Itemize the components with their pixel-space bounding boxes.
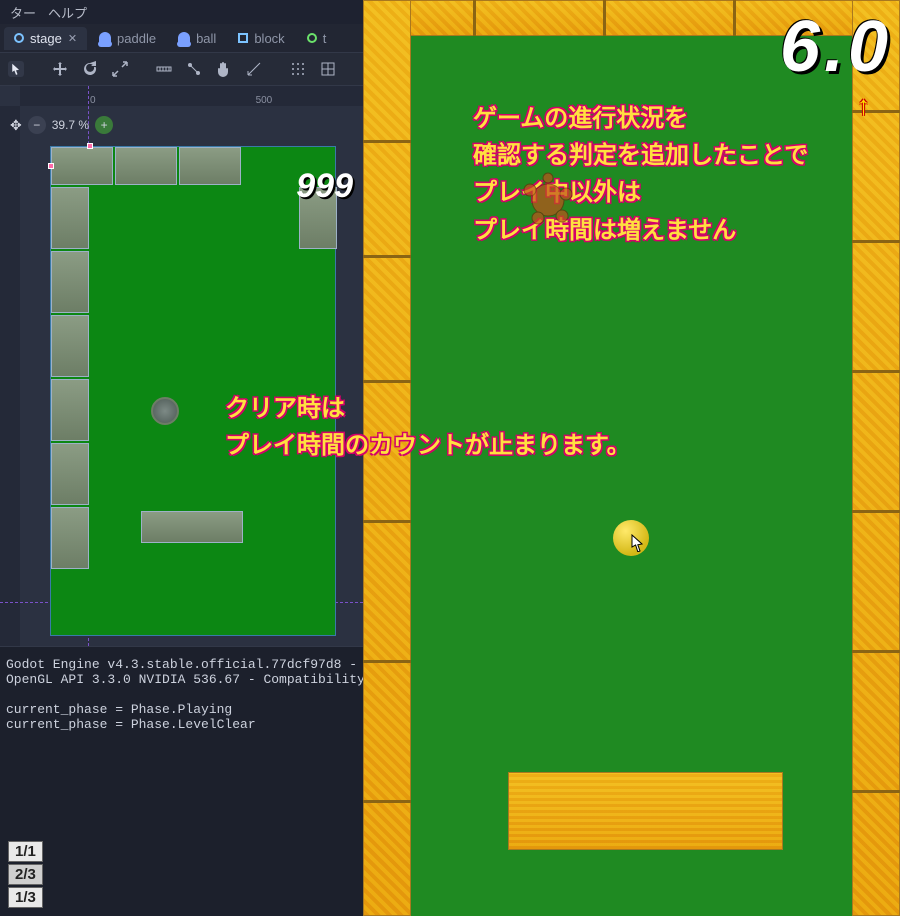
tab-label: stage — [30, 31, 62, 46]
measure-tool-icon[interactable] — [246, 61, 262, 77]
block-sprite[interactable] — [51, 379, 89, 441]
log-line: current_phase = Phase.LevelClear — [6, 717, 256, 732]
tab-paddle[interactable]: paddle — [89, 27, 166, 50]
arrow-up-icon: ↑ — [857, 90, 870, 121]
scale-tool-icon[interactable] — [112, 61, 128, 77]
page-badge: 2/3 — [8, 864, 43, 885]
annotation-mid: クリア時は プレイ時間のカウントが止まります。 — [225, 390, 631, 464]
zoom-in-button[interactable]: + — [95, 116, 113, 134]
selection-handle[interactable] — [87, 143, 93, 149]
node-icon — [307, 33, 317, 43]
menu-bar: ター ヘルプ — [0, 0, 363, 24]
score-overlay: 999 — [296, 167, 353, 206]
staticbody-icon — [238, 33, 248, 43]
tab-label: t — [323, 31, 327, 46]
page-badge: 1/1 — [8, 841, 43, 862]
grid-snap-icon[interactable] — [320, 61, 336, 77]
select-tool-icon[interactable] — [8, 61, 24, 77]
tab-label: paddle — [117, 31, 156, 46]
zoom-controls: ✥ − 39.7 % + — [10, 116, 113, 134]
output-log[interactable]: Godot Engine v4.3.stable.official.77dcf9… — [0, 646, 363, 916]
page-badges: 1/1 2/3 1/3 — [8, 841, 43, 908]
move-tool-icon[interactable] — [52, 61, 68, 77]
log-line: OpenGL API 3.3.0 NVIDIA 536.67 - Compati… — [6, 672, 363, 687]
zoom-out-button[interactable]: − — [28, 116, 46, 134]
mouse-cursor-icon — [631, 534, 645, 552]
selection-handle[interactable] — [48, 163, 54, 169]
ruler-vertical — [0, 106, 20, 646]
characterbody-icon — [178, 32, 190, 44]
page-badge: 1/3 — [8, 887, 43, 908]
snap-tool-icon[interactable] — [186, 61, 202, 77]
block-sprite[interactable] — [51, 147, 113, 185]
log-line: Godot Engine v4.3.stable.official.77dcf9… — [6, 657, 363, 672]
characterbody-icon — [99, 32, 111, 44]
tab-stage[interactable]: stage ✕ — [4, 27, 87, 50]
ruler-mark: 0 — [90, 95, 96, 106]
node2d-icon — [14, 33, 24, 43]
ball-sprite[interactable] — [151, 397, 179, 425]
tab-label: ball — [196, 31, 216, 46]
close-icon[interactable]: ✕ — [68, 32, 77, 45]
zoom-percent[interactable]: 39.7 % — [52, 118, 89, 132]
scene-tabs: stage ✕ paddle ball block t — [0, 24, 363, 52]
block-sprite[interactable] — [179, 147, 241, 185]
rotate-tool-icon[interactable] — [82, 61, 98, 77]
tab-label: block — [254, 31, 284, 46]
block-sprite[interactable] — [51, 507, 89, 569]
move-origin-icon[interactable]: ✥ — [10, 117, 22, 134]
menu-item-help[interactable]: ヘルプ — [48, 3, 87, 22]
play-timer: 6.0 — [780, 6, 892, 88]
ruler-tool-icon[interactable] — [156, 61, 172, 77]
paddle-sprite[interactable] — [141, 511, 243, 543]
log-line: current_phase = Phase.Playing — [6, 702, 232, 717]
paddle[interactable] — [508, 772, 783, 850]
ruler-mark: 500 — [256, 95, 273, 106]
wall-right — [852, 0, 900, 916]
splat-sprite — [518, 170, 578, 230]
block-sprite[interactable] — [51, 315, 89, 377]
pan-tool-icon[interactable] — [216, 61, 232, 77]
viewport[interactable]: 0 500 ✥ − 39.7 % + — [0, 86, 363, 646]
block-sprite[interactable] — [115, 147, 177, 185]
ruler-horizontal: 0 500 — [20, 86, 363, 106]
grid-icon[interactable] — [290, 61, 306, 77]
menu-item[interactable]: ター — [10, 3, 36, 22]
tab-block[interactable]: block — [228, 27, 294, 50]
block-sprite[interactable] — [51, 443, 89, 505]
block-sprite[interactable] — [51, 187, 89, 249]
viewport-toolbar — [0, 52, 363, 86]
tab-ball[interactable]: ball — [168, 27, 226, 50]
tab-extra[interactable]: t — [297, 27, 337, 50]
block-sprite[interactable] — [51, 251, 89, 313]
